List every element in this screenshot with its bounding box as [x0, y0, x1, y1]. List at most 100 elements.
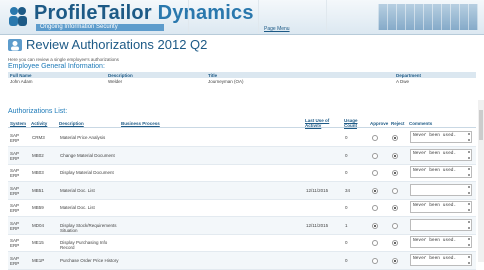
comment-textarea[interactable] [410, 219, 472, 231]
scroll-up-icon[interactable] [468, 133, 470, 135]
full-name-value: John Adam [10, 78, 33, 84]
comment-textarea[interactable]: Never been used. [410, 131, 472, 143]
reject-radio[interactable] [392, 135, 398, 141]
activity-cell: MB59 [32, 205, 44, 210]
system-cell: SAP ERP [10, 238, 20, 248]
usage-count-cell: 0 [345, 153, 348, 158]
system-cell: SAP ERP [10, 168, 20, 178]
scroll-down-icon[interactable] [468, 157, 470, 159]
table-row: SAP ERP MB51 Material Doc. List 12/11/2015 3… [8, 182, 476, 200]
divider [258, 0, 259, 34]
usage-count-cell: 1 [345, 223, 348, 228]
page-menu-link[interactable]: Page Menu [264, 26, 290, 32]
table-row: SAP ERP ME1P Purchase Order Price History 0… [8, 252, 476, 270]
comment-textarea[interactable]: Never been used. [410, 236, 472, 248]
divider [188, 0, 189, 34]
authorizations-heading: Authorizations List: [8, 108, 68, 115]
title-value: Journeyman (OA) [208, 78, 244, 84]
comment-textarea[interactable]: Never been used. [410, 201, 472, 213]
scroll-up-icon[interactable] [468, 151, 470, 153]
approve-radio[interactable] [372, 223, 378, 229]
page-title: Review Authorizations 2012 Q2 [26, 37, 208, 52]
table-row: SAP ERP MD04 Display Stock/Requirements Si… [8, 217, 476, 235]
approve-radio[interactable] [372, 258, 378, 264]
reject-radio[interactable] [392, 258, 398, 264]
activity-cell: MB03 [32, 170, 44, 175]
brand-logo: ProfileTailor Dynamics [34, 2, 254, 25]
description-cell: Material Price Analysis [60, 135, 106, 140]
scroll-down-icon[interactable] [468, 174, 470, 176]
approve-radio[interactable] [372, 188, 378, 194]
reject-radio[interactable] [392, 188, 398, 194]
approve-radio[interactable] [372, 240, 378, 246]
system-cell: SAP ERP [10, 221, 20, 231]
approve-radio[interactable] [372, 205, 378, 211]
table-row: SAP ERP MB03 Display Material Document 0 Nev… [8, 164, 476, 182]
description-value: Welder [108, 78, 123, 84]
scroll-up-icon[interactable] [468, 186, 470, 188]
header-divider [8, 127, 476, 128]
activity-cell: MB02 [32, 153, 44, 158]
usage-count-cell: 0 [345, 205, 348, 210]
scroll-up-icon[interactable] [468, 238, 470, 240]
scrollbar-thumb[interactable] [479, 110, 483, 140]
general-info-row: John Adam Welder Journeyman (OA) A Dwe [8, 78, 476, 84]
comment-textarea[interactable]: Never been used. [410, 166, 472, 178]
scroll-down-icon[interactable] [468, 262, 470, 264]
reject-radio[interactable] [392, 205, 398, 211]
scroll-down-icon[interactable] [468, 192, 470, 194]
comment-textarea[interactable]: Never been used. [410, 149, 472, 161]
comment-textarea[interactable]: Never been used. [410, 254, 472, 266]
brand-sub: Dynamics [157, 2, 254, 24]
last-use-cell: 12/11/2015 [306, 223, 329, 228]
sort-description[interactable]: Description [59, 121, 84, 126]
reject-radio[interactable] [392, 170, 398, 176]
scroll-up-icon[interactable] [468, 256, 470, 258]
comment-textarea[interactable] [410, 184, 472, 196]
activity-cell: ME15 [32, 240, 44, 245]
sort-activity[interactable]: Activity [31, 121, 47, 126]
system-cell: SAP ERP [10, 256, 20, 266]
sort-system[interactable]: System [10, 121, 26, 126]
activity-cell: MD04 [32, 223, 45, 228]
scroll-down-icon[interactable] [468, 227, 470, 229]
description-cell: Change Material Document [60, 153, 115, 158]
brand-main: ProfileTailor [34, 2, 152, 24]
system-cell: SAP ERP [10, 203, 20, 213]
activity-cell: ME1P [32, 258, 45, 263]
header-department: Department [396, 72, 422, 78]
usage-count-cell: 0 [345, 240, 348, 245]
reject-radio[interactable] [392, 240, 398, 246]
approve-radio[interactable] [372, 153, 378, 159]
general-info-heading: Employee General Information: [8, 63, 105, 70]
scroll-down-icon[interactable] [468, 139, 470, 141]
review-person-icon [8, 39, 22, 51]
app-header: ProfileTailor Dynamics Ongoing Informati… [0, 0, 484, 35]
reject-radio[interactable] [392, 153, 398, 159]
last-use-cell: 12/11/2015 [306, 188, 329, 193]
activity-cell: CRM3 [32, 135, 45, 140]
approve-radio[interactable] [372, 135, 378, 141]
tagline: Ongoing Information Security [36, 24, 164, 31]
header-description: Description [108, 72, 133, 78]
system-cell: SAP ERP [10, 133, 20, 143]
scroll-up-icon[interactable] [468, 221, 470, 223]
scroll-up-icon[interactable] [468, 168, 470, 170]
scroll-down-icon[interactable] [468, 244, 470, 246]
description-cell: Display Stock/Requirements Situation [60, 223, 117, 233]
usage-count-cell: 0 [345, 135, 348, 140]
header-reject: Reject [391, 121, 405, 126]
header-comments: Comments [409, 121, 433, 126]
description-cell: Material Doc. List [60, 205, 95, 210]
activity-cell: MB51 [32, 188, 44, 193]
reject-radio[interactable] [392, 223, 398, 229]
scroll-down-icon[interactable] [468, 209, 470, 211]
table-row: SAP ERP MB02 Change Material Document 0 Neve… [8, 147, 476, 165]
table-row: SAP ERP ME15 Display Purchasing Info Recor… [8, 234, 476, 252]
header-approve: Approve [370, 121, 389, 126]
scroll-up-icon[interactable] [468, 203, 470, 205]
sort-business-process[interactable]: Business Process [121, 121, 160, 126]
approve-radio[interactable] [372, 170, 378, 176]
description-cell: Display Material Document [60, 170, 114, 175]
description-cell: Material Doc. List [60, 188, 95, 193]
